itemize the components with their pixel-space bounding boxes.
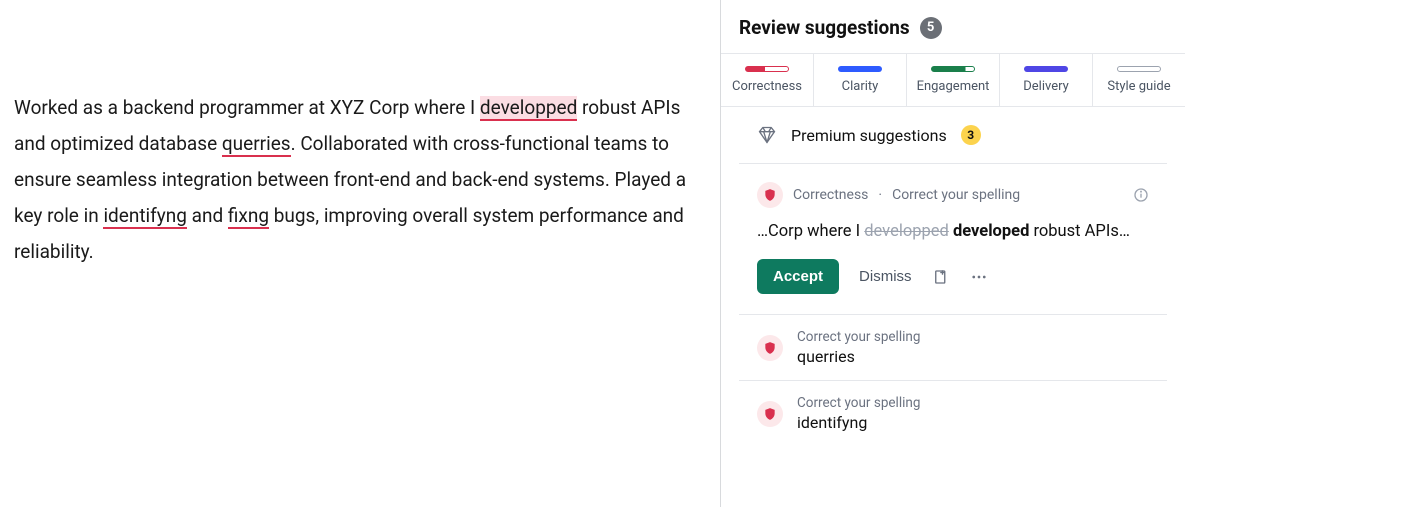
correctness-pill-icon	[745, 66, 789, 72]
tab-style-guide[interactable]: Style guide	[1093, 54, 1185, 106]
card-actions: Accept Dismiss	[757, 259, 1149, 294]
dismiss-button[interactable]: Dismiss	[859, 268, 912, 285]
separator-dot: ·	[878, 187, 882, 203]
document-editor[interactable]: Worked as a backend programmer at XYZ Co…	[0, 0, 720, 507]
card-hint: Correct your spelling	[892, 187, 1020, 203]
shield-icon	[757, 182, 783, 208]
row-hint: Correct your spelling	[797, 395, 920, 411]
suggestion-card-active: Correctness · Correct your spelling …Cor…	[739, 164, 1167, 315]
tab-label: Delivery	[1023, 79, 1069, 94]
tab-engagement[interactable]: Engagement	[907, 54, 1000, 106]
snippet-post: robust APIs…	[1029, 222, 1130, 241]
sidebar-header: Review suggestions 5	[721, 0, 1185, 53]
clarity-pill-icon	[838, 66, 882, 72]
tab-label: Correctness	[732, 79, 802, 94]
tab-correctness[interactable]: Correctness	[721, 54, 814, 106]
suggestion-snippet: …Corp where I developped developed robus…	[757, 222, 1149, 241]
text-segment: and	[187, 204, 228, 227]
spelling-error-identifyng[interactable]: identifyng	[103, 204, 187, 229]
category-tabs: Correctness Clarity Engagement Delivery …	[721, 53, 1185, 107]
info-icon[interactable]	[1133, 187, 1149, 203]
engagement-pill-icon	[931, 66, 975, 72]
suggestion-row-identifyng[interactable]: Correct your spelling identifyng	[739, 381, 1167, 446]
sidebar-title: Review suggestions	[739, 16, 910, 39]
add-to-dictionary-icon[interactable]	[932, 268, 950, 286]
premium-suggestions-row[interactable]: Premium suggestions 3	[739, 107, 1167, 164]
accept-button[interactable]: Accept	[757, 259, 839, 294]
row-hint: Correct your spelling	[797, 329, 920, 345]
tab-clarity[interactable]: Clarity	[814, 54, 907, 106]
review-sidebar: Review suggestions 5 Correctness Clarity…	[720, 0, 1185, 507]
suggestion-count-badge: 5	[920, 17, 942, 39]
spelling-error-querries[interactable]: querries	[222, 132, 291, 157]
snippet-strike: developped	[864, 222, 949, 241]
style-pill-icon	[1117, 66, 1161, 72]
card-category: Correctness	[793, 187, 868, 203]
shield-icon	[757, 335, 783, 361]
delivery-pill-icon	[1024, 66, 1068, 72]
suggestion-row-querries[interactable]: Correct your spelling querries	[739, 315, 1167, 381]
premium-label: Premium suggestions	[791, 126, 947, 145]
snippet-replacement: developed	[953, 222, 1029, 241]
spelling-error-fixng[interactable]: fixng	[228, 204, 269, 229]
diamond-icon	[757, 125, 777, 145]
row-word: querries	[797, 347, 920, 366]
more-icon[interactable]	[970, 268, 988, 286]
snippet-pre: …Corp where I	[757, 222, 864, 241]
tab-delivery[interactable]: Delivery	[1000, 54, 1093, 106]
paragraph[interactable]: Worked as a backend programmer at XYZ Co…	[14, 90, 694, 270]
premium-count-badge: 3	[961, 125, 981, 145]
shield-icon	[757, 401, 783, 427]
card-header: Correctness · Correct your spelling	[757, 182, 1149, 208]
spelling-error-developped[interactable]: developped	[480, 96, 577, 121]
text-segment: Worked as a backend programmer at XYZ Co…	[14, 96, 480, 119]
tab-label: Clarity	[842, 79, 879, 94]
tab-label: Engagement	[917, 79, 990, 94]
tab-label: Style guide	[1107, 79, 1170, 94]
row-word: identifyng	[797, 413, 920, 432]
